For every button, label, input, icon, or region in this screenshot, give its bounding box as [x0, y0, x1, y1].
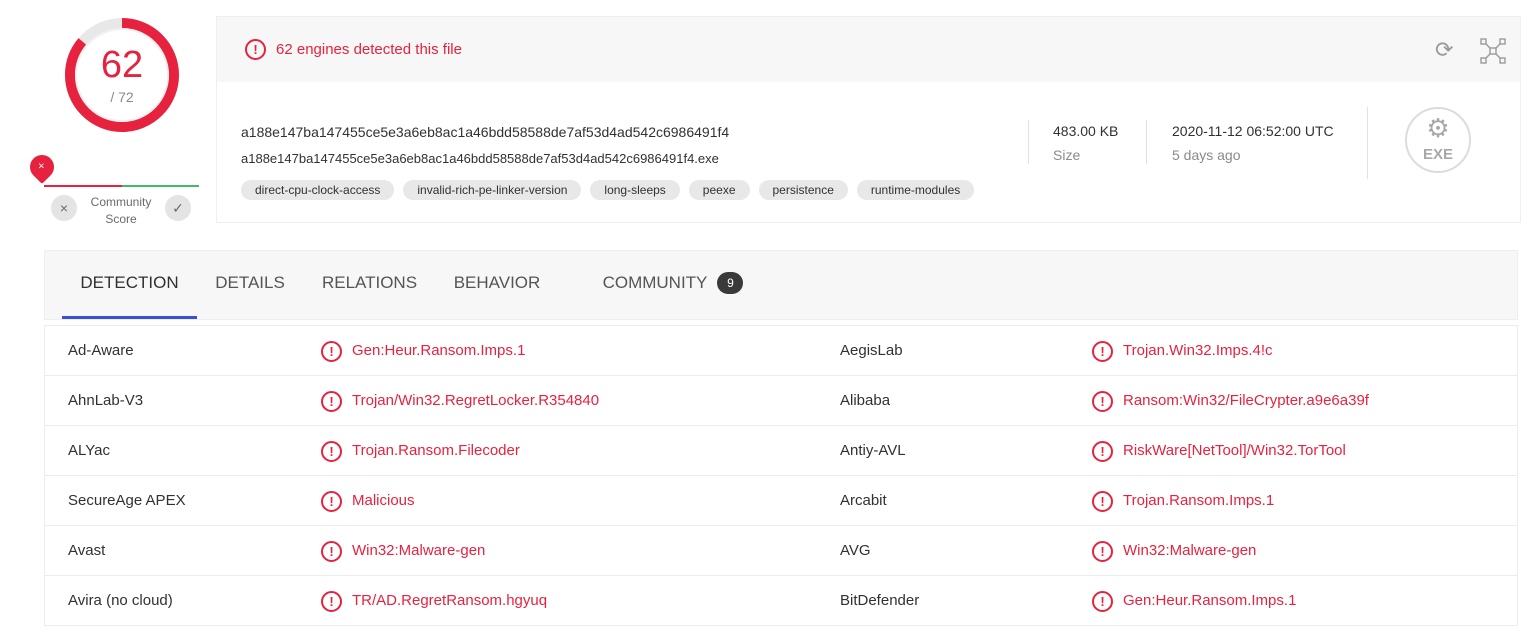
detection-row: SecureAge APEX! Malicious Arcabit! Trojan.R… [45, 476, 1517, 526]
tag-pill[interactable]: peexe [688, 180, 750, 200]
engine-name: Avast [68, 542, 106, 559]
tab-relations[interactable]: RELATIONS [313, 251, 426, 319]
detection-label[interactable]: Trojan.Win32.Imps.4!c [1123, 326, 1273, 376]
detection-alert: ! 62 engines detected this file [245, 39, 462, 60]
engine-name: Alibaba [840, 392, 891, 409]
engine-name: AVG [840, 542, 871, 559]
alert-icon: ! [321, 540, 342, 562]
detection-result: ! Ransom:Win32/FileCrypter.a9e6a39f [1092, 376, 1369, 426]
detection-label[interactable]: Malicious [352, 476, 415, 526]
alert-icon: ! [245, 39, 266, 60]
detection-result: ! Gen:Heur.Ransom.Imps.1 [321, 326, 525, 376]
alert-icon: ! [1092, 340, 1113, 362]
detection-row: Ad-Aware! Gen:Heur.Ransom.Imps.1 AegisLab!… [45, 326, 1517, 376]
filetype-label: EXE [1422, 146, 1453, 163]
detection-result: ! Trojan.Ransom.Filecoder [321, 426, 520, 476]
engine-name: Arcabit [840, 492, 887, 509]
community-score-label: Community Score [90, 195, 152, 226]
detection-alert-bar: ! 62 engines detected this file ⟳ [217, 17, 1520, 82]
tag-pill[interactable]: persistence [758, 180, 848, 200]
detection-label[interactable]: Gen:Heur.Ransom.Imps.1 [1123, 576, 1296, 626]
detection-label[interactable]: Ransom:Win32/FileCrypter.a9e6a39f [1123, 376, 1369, 426]
alert-icon: ! [321, 490, 342, 512]
alert-icon: ! [321, 340, 342, 362]
tab-details[interactable]: DETAILS [205, 251, 295, 319]
detection-score-gauge: 62 / 72 [61, 14, 183, 136]
engine-name: Antiy-AVL [840, 442, 906, 459]
analysis-date-relative: 5 days ago [1172, 147, 1241, 163]
detection-table: Ad-Aware! Gen:Heur.Ransom.Imps.1 AegisLab!… [44, 325, 1518, 626]
alert-icon: ! [1092, 440, 1113, 462]
community-count-badge: 9 [717, 272, 744, 294]
detection-result: ! Gen:Heur.Ransom.Imps.1 [1092, 576, 1296, 626]
detected-count: 62 [100, 44, 144, 86]
tag-pill[interactable]: invalid-rich-pe-linker-version [403, 180, 582, 200]
alert-icon: ! [1092, 540, 1113, 562]
tag-list: direct-cpu-clock-access invalid-rich-pe-l… [241, 180, 975, 200]
engine-name: Avira (no cloud) [68, 592, 173, 609]
engine-name: ALYac [68, 442, 110, 459]
detection-row: AhnLab-V3! Trojan/Win32.RegretLocker.R354… [45, 376, 1517, 426]
tag-pill[interactable]: direct-cpu-clock-access [241, 180, 395, 200]
detection-label[interactable]: Gen:Heur.Ransom.Imps.1 [352, 326, 525, 376]
community-score-marker: × [25, 150, 59, 184]
tab-bar: DETECTION DETAILS RELATIONS BEHAVIOR COM… [44, 250, 1518, 320]
engine-name: AhnLab-V3 [68, 392, 144, 409]
detection-label[interactable]: TR/AD.RegretRansom.hgyuq [352, 576, 547, 626]
file-size-label: Size [1053, 147, 1081, 163]
analysis-date: 2020-11-12 06:52:00 UTC 5 days ago [1172, 123, 1334, 163]
detection-row: Avira (no cloud)! TR/AD.RegretRansom.hgyu… [45, 576, 1517, 626]
alert-icon: ! [321, 390, 342, 412]
tab-behavior[interactable]: BEHAVIOR [442, 251, 552, 319]
detection-result: ! Trojan.Ransom.Imps.1 [1092, 476, 1274, 526]
tab-community-label: COMMUNITY [602, 273, 708, 292]
engine-name: Ad-Aware [68, 342, 134, 359]
file-hash[interactable]: a188e147ba147455ce5e3a6eb8ac1a46bdd58588… [241, 124, 729, 140]
tag-pill[interactable]: long-sleeps [590, 180, 680, 200]
file-size-value: 483.00 KB [1053, 123, 1119, 139]
alert-icon: ! [1092, 390, 1113, 412]
tag-pill[interactable]: runtime-modules [856, 180, 975, 200]
vote-harmless-button[interactable]: × [51, 195, 77, 221]
file-size: 483.00 KB Size [1053, 123, 1118, 163]
reanalyze-icon[interactable]: ⟳ [1435, 37, 1453, 63]
alert-icon: ! [1092, 490, 1113, 512]
detection-alert-text: 62 engines detected this file [276, 41, 462, 58]
detection-result: ! Win32:Malware-gen [1092, 526, 1256, 576]
engine-name: AegisLab [840, 342, 903, 359]
analysis-date-value: 2020-11-12 06:52:00 UTC [1172, 123, 1334, 139]
detection-label[interactable]: Win32:Malware-gen [352, 526, 485, 576]
detection-label[interactable]: Win32:Malware-gen [1123, 526, 1256, 576]
alert-icon: ! [321, 440, 342, 462]
engine-name: SecureAge APEX [68, 492, 186, 509]
filetype-exe-icon: ⚙ EXE [1405, 107, 1471, 173]
detection-result: ! Malicious [321, 476, 415, 526]
engine-name: BitDefender [840, 592, 920, 609]
tab-community[interactable]: COMMUNITY 9 [593, 251, 753, 319]
tab-detection[interactable]: DETECTION [62, 251, 197, 319]
detection-label[interactable]: RiskWare[NetTool]/Win32.TorTool [1123, 426, 1346, 476]
graph-icon[interactable] [1480, 38, 1506, 64]
alert-icon: ! [1092, 590, 1113, 612]
close-icon: × [38, 160, 45, 173]
detection-result: ! RiskWare[NetTool]/Win32.TorTool [1092, 426, 1346, 476]
detection-row: Avast! Win32:Malware-gen AVG! Win32:Malware… [45, 526, 1517, 576]
detection-result: ! Trojan.Win32.Imps.4!c [1092, 326, 1273, 376]
alert-icon: ! [321, 590, 342, 612]
total-engines: / 72 [110, 89, 134, 105]
detection-result: ! TR/AD.RegretRansom.hgyuq [321, 576, 547, 626]
gears-icon: ⚙ [1426, 113, 1450, 143]
detection-label[interactable]: Trojan.Ransom.Imps.1 [1123, 476, 1274, 526]
vote-malicious-button[interactable]: ✓ [165, 195, 191, 221]
detection-result: ! Trojan/Win32.RegretLocker.R354840 [321, 376, 599, 426]
community-score-bar [44, 185, 199, 187]
detection-label[interactable]: Trojan/Win32.RegretLocker.R354840 [352, 376, 599, 426]
detection-row: ALYac! Trojan.Ransom.Filecoder Antiy-AVL! R… [45, 426, 1517, 476]
file-summary-card: ! 62 engines detected this file ⟳ a188e1… [216, 16, 1521, 223]
detection-result: ! Win32:Malware-gen [321, 526, 485, 576]
community-score: × × Community Score ✓ [25, 150, 205, 230]
detection-label[interactable]: Trojan.Ransom.Filecoder [352, 426, 520, 476]
file-name: a188e147ba147455ce5e3a6eb8ac1a46bdd58588… [241, 151, 719, 166]
